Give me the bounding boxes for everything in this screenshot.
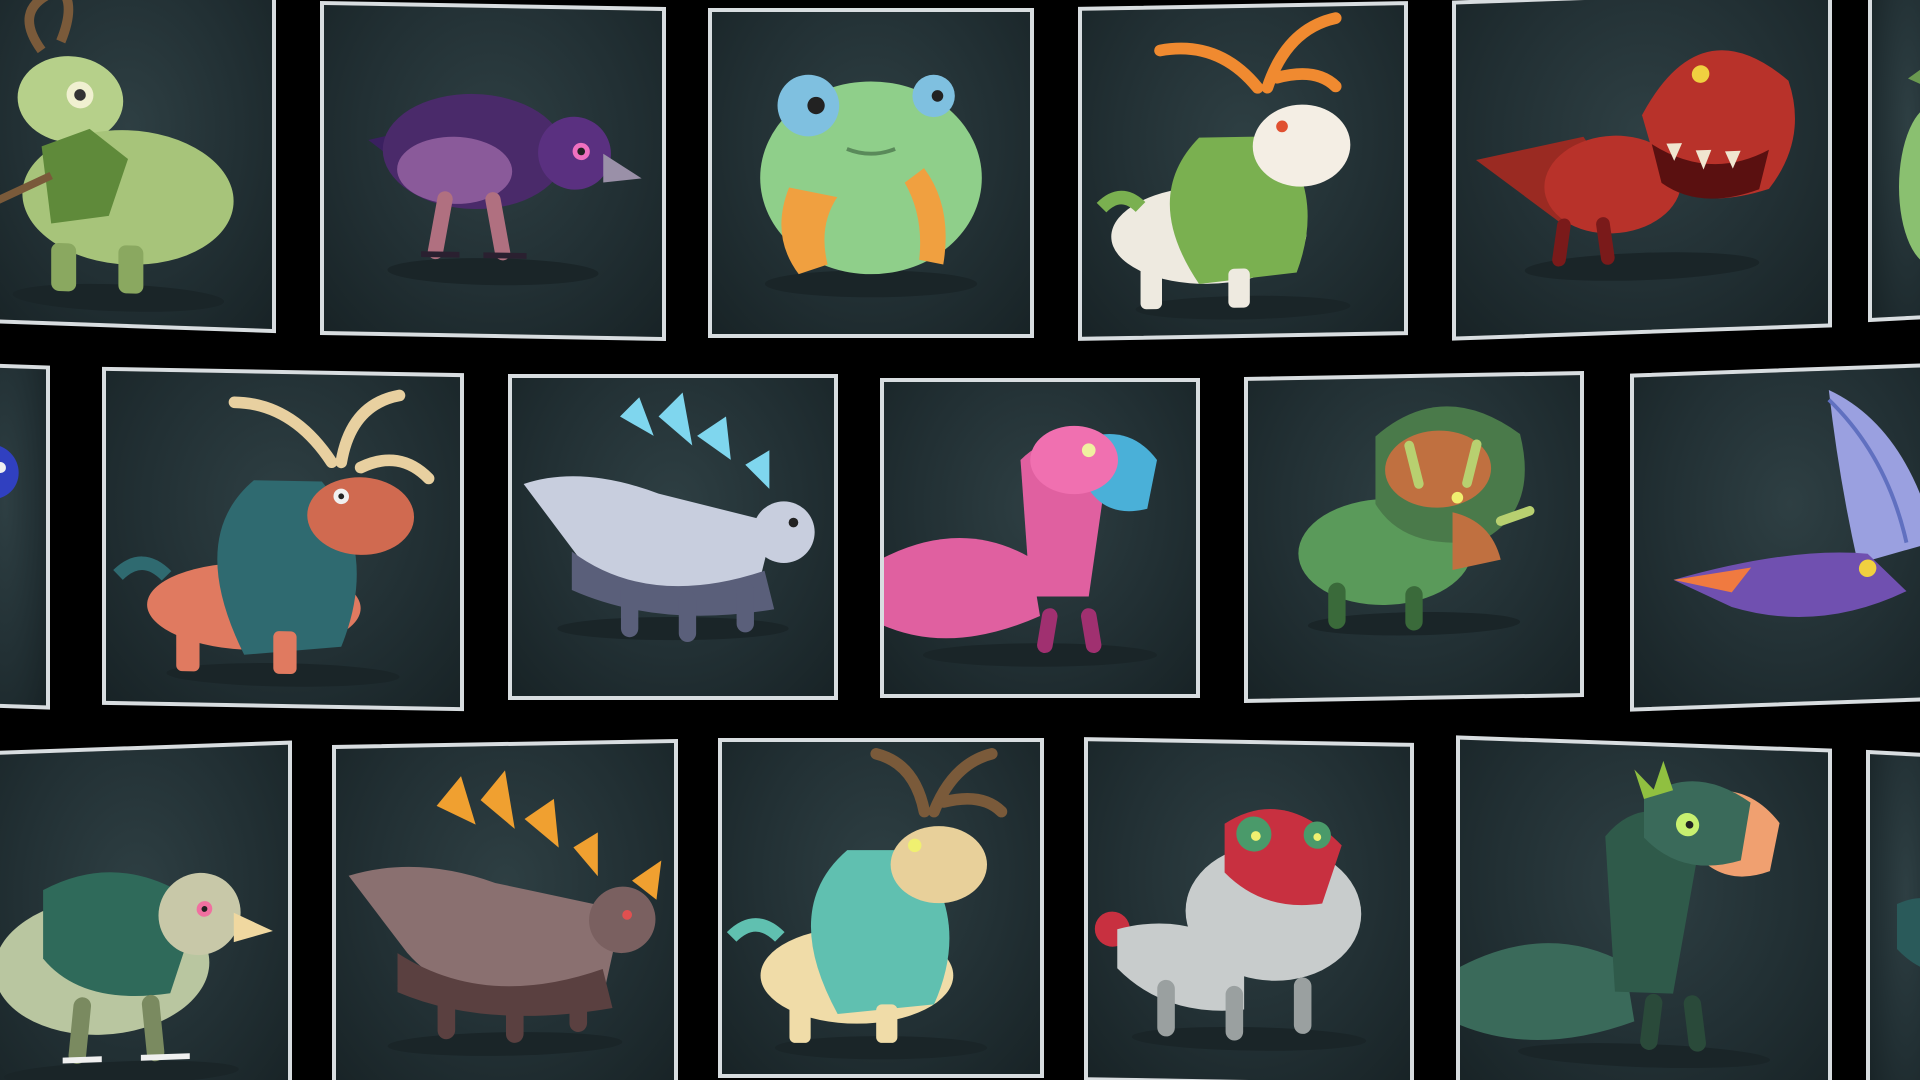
creature-card-leaf-deer[interactable] (0, 0, 276, 334)
green-frog-illustration (760, 74, 982, 298)
creature-card-red-grey-dino[interactable] (1084, 737, 1414, 1080)
purple-pterodactyl-illustration (1673, 390, 1920, 617)
creature-card-pink-two-headed-raptor[interactable] (880, 378, 1200, 698)
partial-green-creature-illustration (1899, 59, 1920, 267)
cyan-maned-elk-illustration (726, 748, 1008, 1060)
creature-card-green-griffin[interactable] (0, 740, 292, 1080)
creature-card-green-triceratops[interactable] (1244, 371, 1584, 703)
crystal-stegosaurus-illustration (523, 392, 815, 643)
leaf-deer-illustration (0, 0, 234, 312)
red-grey-dino-illustration (1094, 809, 1367, 1051)
creature-card-white-moss-elk[interactable] (1078, 1, 1408, 341)
green-triceratops-illustration (1298, 406, 1535, 636)
red-trex-illustration (1476, 50, 1795, 281)
white-moss-elk-illustration (1096, 12, 1351, 320)
partial-teal-creature-illustration (1897, 898, 1920, 972)
partial-blue-creature-illustration (0, 444, 19, 500)
creature-card-amber-crystal-stegosaurus[interactable] (332, 738, 678, 1080)
creature-card-purple-pterodactyl[interactable] (1630, 362, 1920, 712)
green-two-headed-raptor-illustration (1460, 760, 1780, 1069)
creature-card-partial-green-creature[interactable] (1868, 0, 1920, 323)
creature-card-green-two-headed-raptor[interactable] (1456, 735, 1832, 1080)
creature-card-partial-blue-creature[interactable] (0, 362, 50, 710)
creature-card-teal-maned-elk[interactable] (102, 366, 464, 712)
green-griffin-illustration (0, 872, 273, 1080)
creature-card-crystal-stegosaurus[interactable] (508, 374, 838, 700)
purple-crow-illustration (368, 93, 642, 286)
creature-gallery (0, 0, 1920, 1080)
teal-maned-elk-illustration (113, 389, 435, 687)
creature-card-partial-teal-creature[interactable] (1866, 749, 1920, 1080)
creature-card-green-frog[interactable] (708, 8, 1034, 338)
creature-card-red-trex[interactable] (1452, 0, 1832, 341)
amber-crystal-stegosaurus-illustration (348, 770, 662, 1056)
creature-card-purple-crow[interactable] (320, 0, 666, 342)
creature-card-cyan-maned-elk[interactable] (718, 738, 1044, 1078)
pink-two-headed-raptor-illustration (884, 425, 1157, 667)
